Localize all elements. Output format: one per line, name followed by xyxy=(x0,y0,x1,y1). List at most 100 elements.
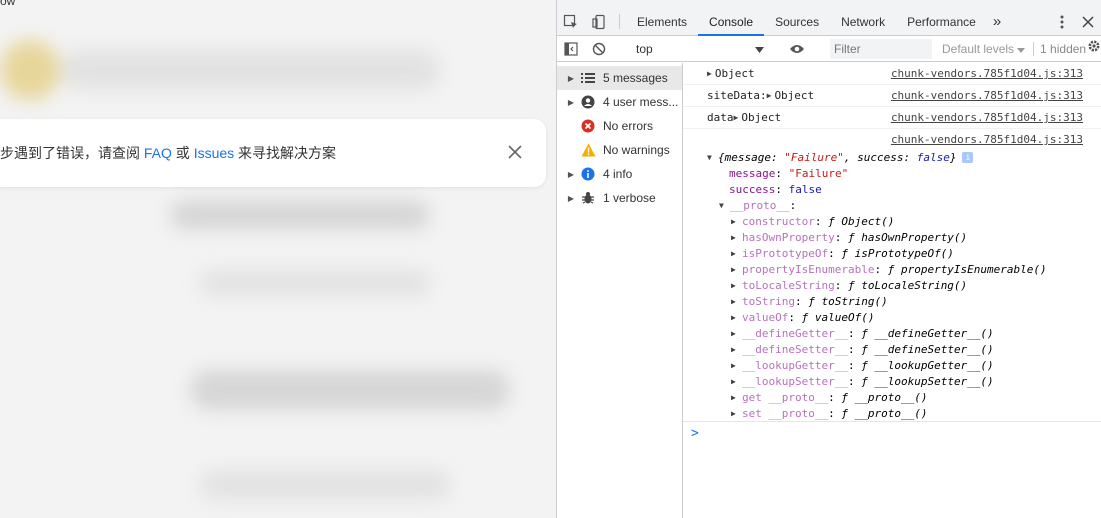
sidebar-item-messages[interactable]: ▶ 5 messages xyxy=(557,66,682,90)
tab-separator xyxy=(619,14,620,29)
function-glyph: ƒ xyxy=(861,326,868,340)
devtools-tabbar: Elements Console Sources Network Perform… xyxy=(557,0,1101,36)
function-name: __defineSetter__() xyxy=(874,342,994,356)
property-key: propertyIsEnumerable xyxy=(742,262,875,276)
dropdown-arrow-icon xyxy=(755,42,764,56)
proto-entry-row[interactable]: ▶ propertyIsEnumerable: ƒ propertyIsEnume… xyxy=(707,261,1101,277)
summary-value: "Failure" xyxy=(784,150,844,164)
summary-text: {message: "Failure", success: false} xyxy=(718,150,957,164)
proto-entry-row[interactable]: ▶ constructor: ƒ Object() xyxy=(707,213,1101,229)
filter-input[interactable] xyxy=(830,38,932,59)
expand-arrow-icon: ▶ xyxy=(731,296,736,306)
expand-arrow-icon: ▶ xyxy=(731,408,736,418)
sidebar-item-errors[interactable]: No errors xyxy=(557,114,682,138)
function-glyph: ƒ xyxy=(841,406,848,420)
sidebar-item-info[interactable]: ▶ 4 info xyxy=(557,162,682,186)
error-toast: 步遇到了错误，请查阅 FAQ 或 Issues 来寻找解决方案 xyxy=(0,119,546,187)
expand-arrow-icon: ▶ xyxy=(731,280,736,290)
close-icon[interactable] xyxy=(504,141,526,163)
function-name: __lookupGetter__() xyxy=(874,358,994,372)
log-row[interactable]: data ▶ Object chunk-vendors.785f1d04.js:3… xyxy=(683,107,1101,129)
tab-elements[interactable]: Elements xyxy=(626,8,698,35)
prompt-chevron-icon: > xyxy=(691,426,699,441)
proto-entry-row[interactable]: ▶ hasOwnProperty: ƒ hasOwnProperty() xyxy=(707,229,1101,245)
log-row[interactable]: siteData: ▶ Object chunk-vendors.785f1d04… xyxy=(683,85,1101,107)
function-name: __lookupSetter__() xyxy=(874,374,994,388)
console-prompt[interactable]: > xyxy=(683,421,1101,445)
device-toolbar-icon[interactable] xyxy=(585,8,613,35)
proto-entry-row[interactable]: ▶ __defineGetter__: ƒ __defineGetter__() xyxy=(707,325,1101,341)
summary-brace-close: } xyxy=(949,150,957,164)
sidebar-item-label: 1 verbose xyxy=(603,191,656,205)
sidebar-toggle-icon[interactable] xyxy=(557,41,585,56)
function-value: ƒ __lookupSetter__() xyxy=(861,375,993,388)
function-name: valueOf() xyxy=(814,310,875,324)
expand-arrow-icon: ▶ xyxy=(731,248,736,258)
more-tabs-icon[interactable]: » xyxy=(987,8,1007,35)
expand-arrow-icon: ▶ xyxy=(766,91,772,100)
tab-console[interactable]: Console xyxy=(698,8,765,36)
context-selector[interactable]: top xyxy=(630,38,770,60)
proto-row[interactable]: ▼ __proto__: xyxy=(707,197,1101,213)
faq-link[interactable]: FAQ xyxy=(144,145,172,161)
function-glyph: ƒ xyxy=(808,294,815,308)
proto-entry-row[interactable]: ▶ __defineSetter__: ƒ __defineSetter__() xyxy=(707,341,1101,357)
proto-entry-row[interactable]: ▶ get __proto__: ƒ __proto__() xyxy=(707,389,1101,405)
tab-performance[interactable]: Performance xyxy=(896,8,987,35)
function-name: __defineGetter__() xyxy=(874,326,994,340)
log-levels-dropdown[interactable]: Default levels xyxy=(938,42,1029,56)
proto-entry-row[interactable]: ▶ __lookupGetter__: ƒ __lookupGetter__() xyxy=(707,357,1101,373)
sidebar-item-user-messages[interactable]: ▶ 4 user mess... xyxy=(557,90,682,114)
tab-label: Network xyxy=(841,14,886,29)
function-glyph: ƒ xyxy=(841,246,848,260)
warning-icon xyxy=(579,143,597,157)
log-row[interactable]: ▶ Object chunk-vendors.785f1d04.js:313 xyxy=(683,63,1101,85)
inspect-element-icon[interactable] xyxy=(557,8,585,35)
info-icon xyxy=(579,167,597,181)
levels-label: Default levels xyxy=(942,41,1015,56)
function-value: ƒ toString() xyxy=(808,295,887,308)
source-link[interactable]: chunk-vendors.785f1d04.js:313 xyxy=(891,67,1083,80)
info-badge-icon[interactable]: i xyxy=(962,151,974,163)
live-expression-eye-icon[interactable] xyxy=(783,43,811,55)
property-row: message: "Failure" xyxy=(729,166,849,180)
tab-label: Elements xyxy=(637,14,688,29)
expand-arrow-icon: ▶ xyxy=(731,392,736,402)
tab-network[interactable]: Network xyxy=(830,8,896,35)
property-key: hasOwnProperty xyxy=(742,230,835,244)
source-link[interactable]: chunk-vendors.785f1d04.js:313 xyxy=(891,111,1083,124)
proto-entry-row[interactable]: ▶ set __proto__: ƒ __proto__() xyxy=(707,405,1101,421)
object-summary[interactable]: ▼ {message: "Failure", success: false} i xyxy=(707,149,1101,165)
function-value: ƒ __lookupGetter__() xyxy=(861,359,993,372)
source-link[interactable]: chunk-vendors.785f1d04.js:313 xyxy=(891,89,1083,102)
function-value: ƒ hasOwnProperty() xyxy=(848,231,967,244)
proto-entry-row[interactable]: ▶ toString: ƒ toString() xyxy=(707,293,1101,309)
sidebar-item-label: 4 user mess... xyxy=(603,95,679,109)
proto-entry-row[interactable]: ▶ isPrototypeOf: ƒ isPrototypeOf() xyxy=(707,245,1101,261)
close-devtools-icon[interactable] xyxy=(1075,15,1101,28)
tab-sources[interactable]: Sources xyxy=(764,8,830,35)
property-key: __proto__ xyxy=(730,198,790,212)
expand-arrow-icon: ▶ xyxy=(731,264,736,274)
toast-text-after: 来寻找解决方案 xyxy=(234,145,337,161)
sidebar-item-verbose[interactable]: ▶ 1 verbose xyxy=(557,186,682,210)
issues-link[interactable]: Issues xyxy=(194,145,234,161)
function-value: ƒ propertyIsEnumerable() xyxy=(888,263,1047,276)
expand-arrow-icon: ▶ xyxy=(567,97,575,107)
proto-entry-row[interactable]: ▶ toLocaleString: ƒ toLocaleString() xyxy=(707,277,1101,293)
toast-text-mid: 或 xyxy=(171,145,194,161)
property-key: set __proto__ xyxy=(742,406,829,420)
proto-entry-row[interactable]: ▶ __lookupSetter__: ƒ __lookupSetter__() xyxy=(707,373,1101,389)
gear-icon[interactable] xyxy=(1087,39,1101,58)
expand-arrow-icon: ▶ xyxy=(731,312,736,322)
sidebar-item-warnings[interactable]: No warnings xyxy=(557,138,682,162)
property-value: "Failure" xyxy=(788,166,849,180)
object-tree: ▼ {message: "Failure", success: false} i… xyxy=(683,149,1101,421)
source-link[interactable]: chunk-vendors.785f1d04.js:313 xyxy=(891,133,1083,146)
expand-arrow-icon: ▶ xyxy=(731,232,736,242)
summary-brace-open: { xyxy=(718,150,725,164)
proto-entry-row[interactable]: ▶ valueOf: ƒ valueOf() xyxy=(707,309,1101,325)
kebab-menu-icon[interactable] xyxy=(1049,15,1075,29)
collapse-arrow-icon: ▼ xyxy=(719,200,724,210)
clear-console-icon[interactable] xyxy=(585,42,613,56)
